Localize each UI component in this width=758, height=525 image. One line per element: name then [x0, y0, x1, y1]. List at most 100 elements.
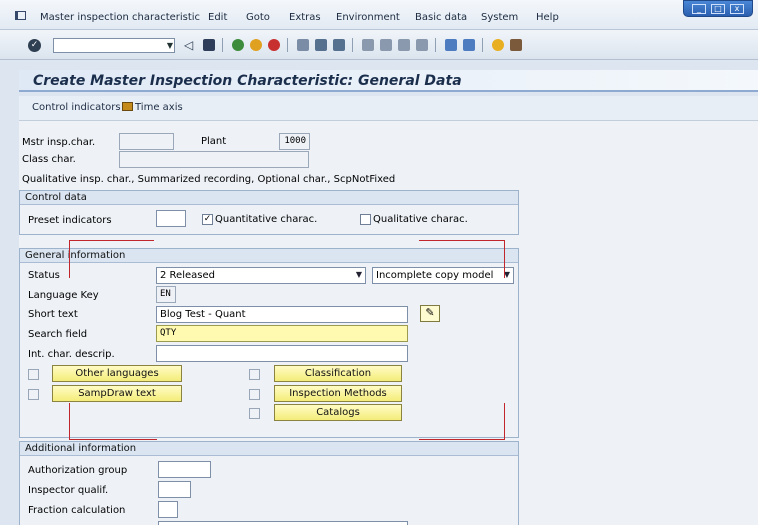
time-axis-button[interactable]: Time axis [122, 102, 183, 113]
annotation-bracket [69, 439, 157, 440]
additional-information-header: Additional information [20, 442, 518, 456]
catalogs-checkbox [249, 408, 260, 419]
general-information-header: General information [20, 249, 518, 263]
copy-model-value: Incomplete copy model [376, 270, 494, 281]
chevron-down-icon[interactable]: ▼ [356, 270, 362, 279]
menu-system-icon[interactable] [15, 11, 26, 20]
status-label: Status [28, 270, 60, 281]
short-text-field[interactable]: Blog Test - Quant [156, 306, 408, 323]
menu-bar: Master inspection characteristic Edit Go… [0, 0, 758, 30]
control-data-header: Control data [20, 191, 518, 205]
menu-extras[interactable]: Extras [289, 12, 321, 23]
first-page-icon[interactable] [362, 39, 374, 51]
standard-toolbar: ✓ ▼ ◁ [0, 30, 758, 60]
find-next-icon[interactable] [333, 39, 345, 51]
catalogs-button[interactable]: Catalogs [274, 404, 402, 421]
preset-indicators-label: Preset indicators [28, 215, 112, 226]
status-value: 2 Released [160, 270, 215, 281]
additional-information-group: Additional information Authorization gro… [19, 441, 519, 525]
minimize-icon[interactable]: _ [692, 4, 706, 14]
inspector-qualif-label: Inspector qualif. [28, 485, 109, 496]
qualitative-label: Qualitative charac. [373, 214, 468, 225]
class-char-field[interactable] [119, 151, 309, 168]
search-field-input[interactable]: QTY [156, 325, 408, 342]
menu-system[interactable]: System [481, 12, 518, 23]
close-icon[interactable]: x [730, 4, 744, 14]
classification-checkbox [249, 369, 260, 380]
quantitative-checkbox[interactable]: ✓ [202, 214, 213, 225]
last-page-icon[interactable] [416, 39, 428, 51]
characteristic-summary: Qualitative insp. char., Summarized reco… [22, 174, 396, 185]
menu-master-inspection-characteristic[interactable]: Master inspection characteristic [40, 12, 200, 23]
restore-icon[interactable]: □ [711, 4, 725, 14]
mstr-insp-char-label: Mstr insp.char. [22, 137, 96, 148]
enter-icon[interactable]: ✓ [28, 39, 41, 52]
menu-goto[interactable]: Goto [246, 12, 270, 23]
chevron-down-icon[interactable]: ▼ [167, 41, 173, 50]
menu-edit[interactable]: Edit [208, 12, 227, 23]
window-controls: _ □ x [683, 0, 753, 17]
next-page-icon[interactable] [398, 39, 410, 51]
page-title: Create Master Inspection Characteristic:… [19, 70, 758, 92]
main-area: Mstr insp.char. Plant 1000 Class char. Q… [19, 121, 758, 525]
language-key-label: Language Key [28, 290, 99, 301]
int-char-descrip-label: Int. char. descrip. [28, 349, 115, 360]
back-icon[interactable]: ◁ [184, 39, 196, 51]
class-char-label: Class char. [22, 154, 76, 165]
menu-basic-data[interactable]: Basic data [415, 12, 467, 23]
preset-indicators-field[interactable] [156, 210, 186, 227]
other-languages-button[interactable]: Other languages [52, 365, 182, 382]
menu-environment[interactable]: Environment [336, 12, 400, 23]
save-icon[interactable] [203, 39, 215, 51]
inspector-qualif-field[interactable] [158, 481, 191, 498]
command-field[interactable]: ▼ [53, 38, 175, 53]
create-session-icon[interactable] [445, 39, 457, 51]
int-char-descrip-field[interactable] [156, 345, 408, 362]
shortcut-icon[interactable] [463, 39, 475, 51]
fraction-calculation-label: Fraction calculation [28, 505, 126, 516]
status-dropdown[interactable]: 2 Released ▼ [156, 267, 366, 284]
authorization-group-field[interactable] [158, 461, 211, 478]
help-icon[interactable] [492, 39, 504, 51]
short-text-label: Short text [28, 309, 78, 320]
other-languages-checkbox [28, 369, 39, 380]
copy-model-dropdown[interactable]: Incomplete copy model ▼ [372, 267, 514, 284]
menu-help[interactable]: Help [536, 12, 559, 23]
mstr-insp-char-field[interactable] [119, 133, 174, 150]
print-icon[interactable] [297, 39, 309, 51]
fraction-calculation-field[interactable] [158, 501, 178, 518]
prev-page-icon[interactable] [380, 39, 392, 51]
quantitative-label: Quantitative charac. [215, 214, 318, 225]
sampdraw-text-checkbox [28, 389, 39, 400]
toolbar-separator [352, 38, 353, 52]
qualitative-checkbox[interactable] [360, 214, 371, 225]
find-icon[interactable] [315, 39, 327, 51]
cancel-icon[interactable] [268, 39, 280, 51]
toolbar-separator [222, 38, 223, 52]
annotation-bracket [419, 240, 504, 241]
toolbar-separator [435, 38, 436, 52]
annotation-bracket [69, 240, 154, 241]
long-text-edit-icon[interactable]: ✎ [420, 305, 440, 322]
search-field-label: Search field [28, 329, 88, 340]
control-data-group: Control data Preset indicators ✓ Quantit… [19, 190, 519, 235]
annotation-bracket [69, 403, 70, 440]
application-toolbar: Control indicators Time axis [19, 96, 758, 121]
additional-field[interactable] [158, 521, 408, 525]
toolbar-separator [287, 38, 288, 52]
annotation-bracket [504, 403, 505, 440]
sampdraw-text-button[interactable]: SampDraw text [52, 385, 182, 402]
plant-field[interactable]: 1000 [279, 133, 310, 150]
annotation-bracket [419, 439, 505, 440]
control-indicators-button[interactable]: Control indicators [32, 102, 121, 113]
inspection-methods-checkbox [249, 389, 260, 400]
back-nav-icon[interactable] [232, 39, 244, 51]
language-key-field[interactable]: EN [156, 286, 176, 303]
inspection-methods-button[interactable]: Inspection Methods [274, 385, 402, 402]
exit-icon[interactable] [250, 39, 262, 51]
authorization-group-label: Authorization group [28, 465, 128, 476]
toolbar-separator [482, 38, 483, 52]
plant-label: Plant [201, 136, 227, 147]
classification-button[interactable]: Classification [274, 365, 402, 382]
layout-icon[interactable] [510, 39, 522, 51]
